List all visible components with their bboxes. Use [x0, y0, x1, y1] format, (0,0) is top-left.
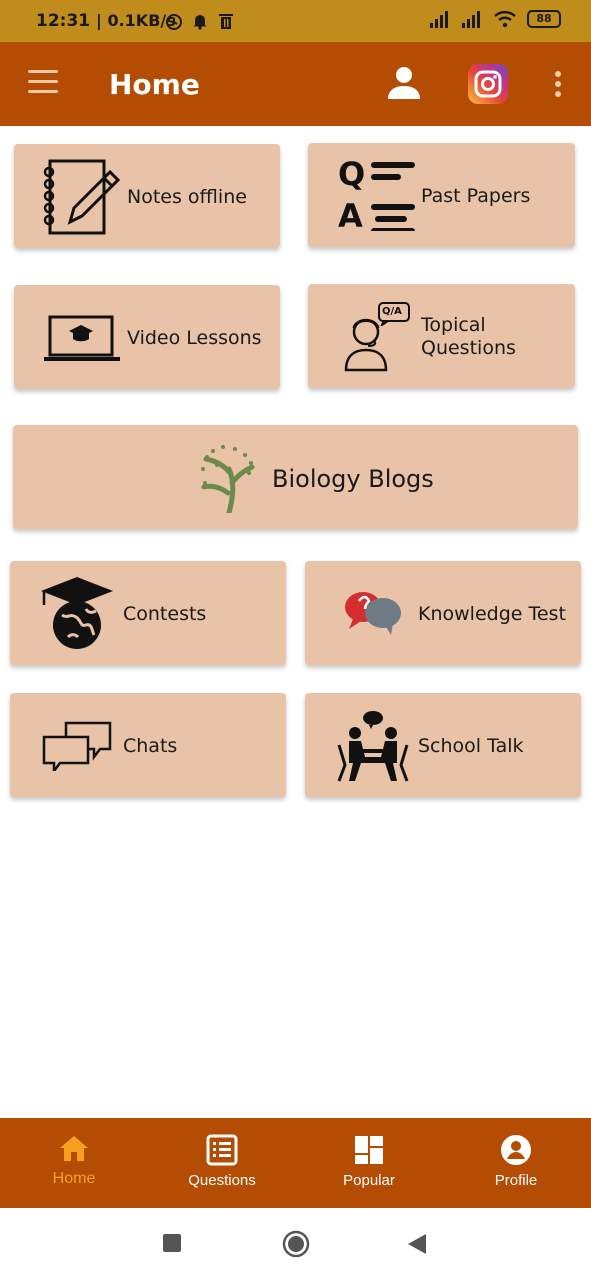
bottom-navigation: Home Questions Popular Profile	[0, 1118, 591, 1208]
page-title: Home	[109, 68, 200, 101]
notes-offline-label: Notes offline	[127, 186, 247, 208]
knowledge-test-card[interactable]: Knowledge Test	[305, 561, 581, 665]
profile-icon	[501, 1135, 531, 1165]
bell-icon	[193, 15, 207, 30]
account-icon[interactable]	[386, 64, 422, 100]
nav-popular-label: Popular	[343, 1172, 395, 1189]
topical-questions-card[interactable]: Q/A Topical Questions	[308, 284, 575, 388]
system-navigation-bar	[0, 1208, 591, 1280]
people-talking-icon	[337, 711, 409, 782]
list-icon	[206, 1134, 238, 1166]
topical-questions-label: Topical Questions	[421, 314, 516, 359]
battery-indicator: 88	[527, 10, 561, 28]
past-papers-label: Past Papers	[421, 185, 531, 207]
back-icon[interactable]	[406, 1232, 428, 1256]
app-bar: Home	[0, 42, 591, 126]
nav-questions-label: Questions	[188, 1172, 256, 1189]
notes-offline-card[interactable]: Notes offline	[14, 144, 280, 248]
status-bar: 12:31 | 0.1KB/s 88	[0, 0, 591, 42]
nav-profile-label: Profile	[494, 1172, 538, 1189]
status-time: 12:31 | 0.1KB/s	[36, 11, 176, 31]
alarm-icon	[166, 14, 182, 30]
nav-profile[interactable]: Profile	[456, 1118, 576, 1208]
nav-questions[interactable]: Questions	[162, 1118, 282, 1208]
biology-blogs-label: Biology Blogs	[272, 465, 434, 493]
biology-blogs-card[interactable]: Biology Blogs	[13, 425, 578, 529]
chats-card[interactable]: Chats	[10, 693, 286, 797]
nav-home-label: Home	[52, 1170, 96, 1187]
notebook-pencil-icon	[43, 159, 121, 235]
tree-icon	[201, 445, 255, 513]
more-options-icon[interactable]	[553, 70, 563, 100]
nav-popular[interactable]: Popular	[309, 1118, 429, 1208]
school-talk-label: School Talk	[418, 735, 524, 757]
qa-list-icon: Q A	[338, 155, 415, 235]
person-qa-icon: Q/A	[344, 302, 410, 372]
knowledge-test-label: Knowledge Test	[418, 603, 566, 625]
home-button-icon[interactable]	[282, 1230, 310, 1258]
home-icon	[60, 1136, 88, 1161]
chat-bubbles-icon	[42, 721, 112, 771]
nav-home[interactable]: Home	[14, 1118, 134, 1208]
dashboard-icon	[355, 1136, 383, 1164]
school-talk-card[interactable]: School Talk	[305, 693, 581, 797]
video-lessons-label: Video Lessons	[127, 327, 262, 349]
signal-icon	[430, 11, 448, 28]
recent-apps-icon[interactable]	[163, 1234, 181, 1252]
laptop-graduation-icon	[44, 315, 120, 361]
instagram-icon[interactable]	[468, 64, 508, 104]
trash-icon	[219, 14, 233, 29]
past-papers-card[interactable]: Q A Past Papers	[308, 143, 575, 247]
chats-label: Chats	[123, 735, 178, 757]
speech-bubbles-icon	[345, 592, 401, 635]
signal-2-icon	[462, 11, 480, 28]
graduation-globe-icon	[41, 577, 113, 649]
menu-icon[interactable]	[28, 70, 58, 94]
contests-card[interactable]: Contests	[10, 561, 286, 665]
video-lessons-card[interactable]: Video Lessons	[14, 285, 280, 389]
wifi-icon	[494, 11, 516, 28]
contests-label: Contests	[123, 603, 207, 625]
